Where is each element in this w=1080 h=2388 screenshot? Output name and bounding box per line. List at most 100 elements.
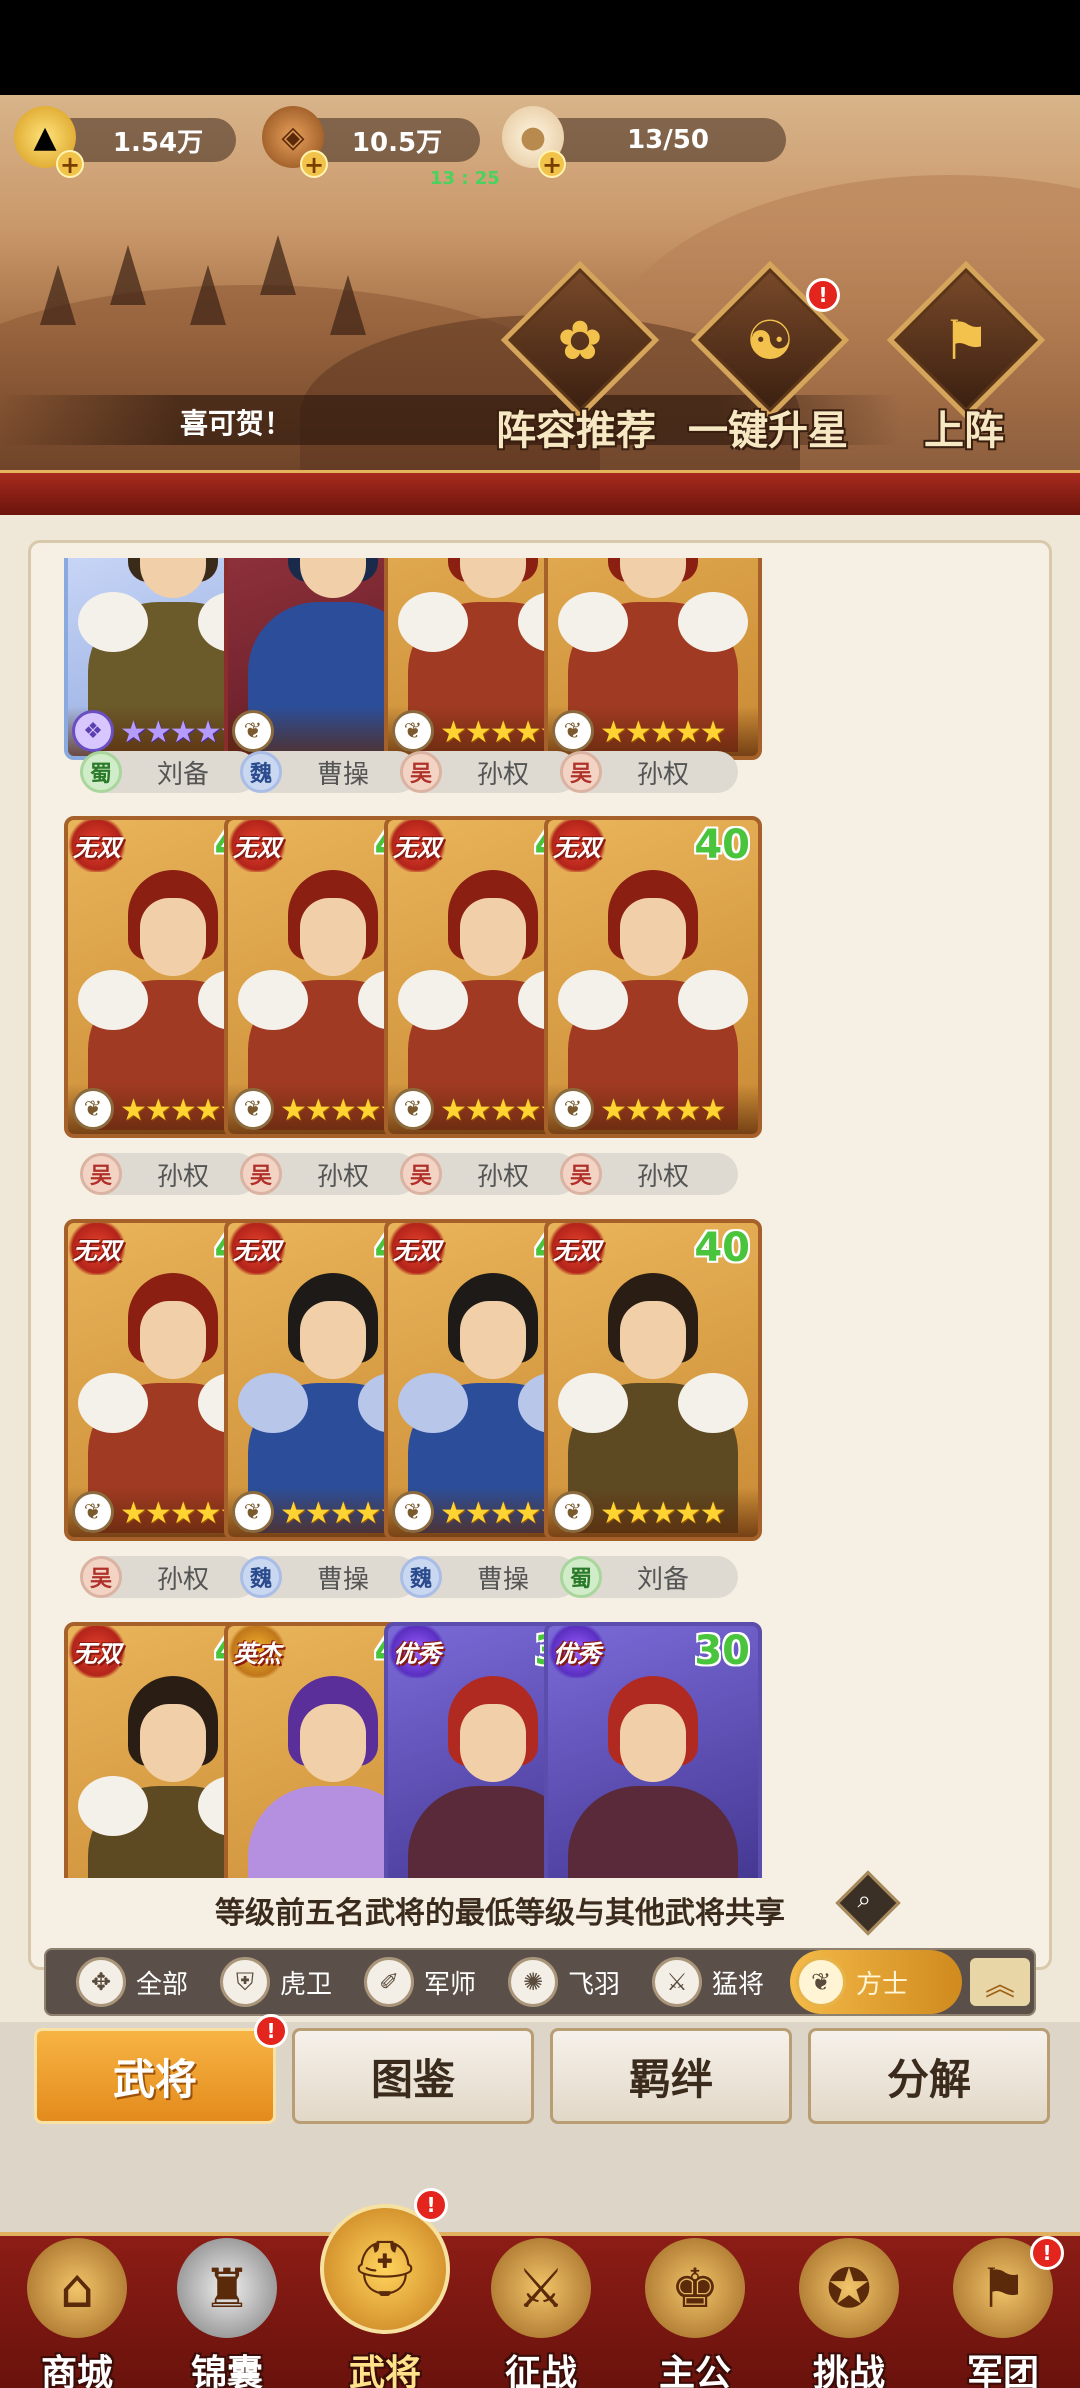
hero-name-tag: 吴 孙权: [560, 751, 738, 793]
rarity-tag: 无双: [68, 1223, 128, 1275]
target-icon: ✺: [508, 1957, 558, 2007]
kingdom-badge: 吴: [560, 1153, 602, 1195]
nav-campaign[interactable]: ⚔ 征战: [466, 2232, 616, 2388]
class-icon: ❦: [552, 1088, 594, 1130]
coin-refresh-timer: 13 : 25: [430, 168, 500, 189]
hero-name-tag: 吴 孙权: [400, 751, 578, 793]
hero-name: 孙权: [156, 1564, 209, 1595]
hero-name-tag: 吴 孙权: [80, 1556, 258, 1598]
hero-name-tag: 魏 曹操: [240, 1556, 418, 1598]
drum-icon: ⚔: [491, 2238, 591, 2338]
game-screen: { "resources": { "gold": "1.54万", "coins…: [0, 0, 1080, 2388]
rarity-tag: 英杰: [228, 1626, 288, 1678]
level-share-hint: 等级前五名武将的最低等级与其他武将共享: [215, 1896, 785, 1931]
kingdom-badge: 魏: [240, 751, 282, 793]
yin-yang-icon: ☯: [745, 308, 795, 372]
hero-name-tag: 蜀 刘备: [80, 751, 258, 793]
rarity-tag: 无双: [228, 820, 288, 872]
bag-icon: ♜: [177, 2238, 277, 2338]
hero-card[interactable]: 无双 40 ❦ ★★★★★: [544, 1219, 762, 1541]
deploy-label: 上阵: [924, 408, 1004, 454]
hero-name: 孙权: [636, 759, 689, 790]
rarity-tag: 优秀: [548, 1626, 608, 1678]
hero-card[interactable]: 无双 40 ❦ ★★★★★: [544, 816, 762, 1138]
class-icon: ❦: [232, 1491, 274, 1533]
nav-lord[interactable]: ♚ 主公: [620, 2232, 770, 2388]
hero-name: 孙权: [476, 1161, 529, 1192]
kingdom-badge: 吴: [80, 1556, 122, 1598]
nav-challenge[interactable]: ✪ 挑战: [774, 2232, 924, 2388]
add-coin-button[interactable]: +: [300, 150, 328, 178]
class-icon: ❦: [232, 1088, 274, 1130]
hero-name: 孙权: [156, 1161, 209, 1192]
chevron-up-icon: ︽: [985, 1968, 1015, 2003]
tab-bonds[interactable]: 羁绊: [550, 2028, 792, 2124]
hero-level: 30: [694, 1628, 750, 1674]
hero-name: 孙权: [316, 1161, 369, 1192]
hero-level: 40: [694, 1225, 750, 1271]
rarity-tag: 无双: [388, 820, 448, 872]
add-stamina-button[interactable]: +: [538, 150, 566, 178]
gold-value: 1.54万: [112, 127, 204, 158]
hero-name-tag: 吴 孙权: [240, 1153, 418, 1195]
scroll-message: 喜可贺！: [180, 407, 293, 440]
helmet-icon: ⛑: [320, 2204, 450, 2334]
hero-name: 刘备: [636, 1564, 689, 1595]
kingdom-badge: 吴: [400, 751, 442, 793]
kingdom-badge: 蜀: [80, 751, 122, 793]
filter-mystic[interactable]: ❦ 方士: [796, 1952, 908, 2012]
kingdom-badge: 魏: [240, 1556, 282, 1598]
class-icon: ❦: [392, 1491, 434, 1533]
class-icon: ❦: [72, 1491, 114, 1533]
kingdom-badge: 吴: [400, 1153, 442, 1195]
flag-icon: ⚑: [941, 308, 991, 372]
nav-bag[interactable]: ♜ 锦囊: [152, 2232, 302, 2388]
hero-name: 曹操: [316, 759, 369, 790]
add-gold-button[interactable]: +: [56, 150, 84, 178]
feather-fan-icon: ✐: [364, 1957, 414, 2007]
kingdom-badge: 吴: [80, 1153, 122, 1195]
filter-all[interactable]: ✥ 全部: [76, 1952, 188, 2012]
star-rating: ★★★★★: [600, 1496, 726, 1531]
hero-level: 40: [694, 822, 750, 868]
lotus-icon: ❦: [796, 1957, 846, 2007]
status-bar-area: [0, 0, 1080, 95]
filter-archer[interactable]: ✺ 飞羽: [508, 1952, 620, 2012]
kingdom-badge: 魏: [400, 1556, 442, 1598]
filter-strategist[interactable]: ✐ 军师: [364, 1952, 476, 2012]
sword-icon: ⚔: [652, 1957, 702, 2007]
class-icon: ❦: [72, 1088, 114, 1130]
tab-decompose[interactable]: 分解: [808, 2028, 1050, 2124]
rarity-tag: 无双: [68, 1626, 128, 1678]
filter-guard[interactable]: ⛨ 虎卫: [220, 1952, 332, 2012]
hero-card[interactable]: 优秀 30: [544, 1622, 762, 1878]
hero-grid[interactable]: 上阵 ❖ ★★★★★ ❦ ☾ ❦ ★★★★★ ❦ ★★★★★ 蜀刘备 魏曹操 吴…: [40, 558, 1040, 1878]
rarity-tag: 优秀: [388, 1626, 448, 1678]
tab-codex[interactable]: 图鉴: [292, 2028, 534, 2124]
class-icon: ❦: [552, 710, 594, 752]
kingdom-badge: 蜀: [560, 1556, 602, 1598]
hero-card[interactable]: ❦ ★★★★★: [544, 558, 762, 760]
hero-name-tag: 魏 曹操: [240, 751, 418, 793]
nav-generals[interactable]: ⛑ 武将: [310, 2204, 460, 2388]
lineup-recommend-label: 阵容推荐: [496, 408, 656, 454]
one-key-star-alert-dot: !: [806, 278, 840, 312]
kingdom-badge: 吴: [240, 1153, 282, 1195]
challenge-icon: ✪: [799, 2238, 899, 2338]
filter-warrior[interactable]: ⚔ 猛将: [652, 1952, 764, 2012]
hero-name-tag: 魏 曹操: [400, 1556, 578, 1598]
banner-trim: [0, 470, 1080, 515]
hero-name: 孙权: [476, 759, 529, 790]
nav-generals-alert-dot: !: [414, 2188, 448, 2222]
hero-name-tag: 吴 孙权: [80, 1153, 258, 1195]
hero-name-tag: 吴 孙权: [400, 1153, 578, 1195]
star-rating: ★★★★★: [600, 715, 726, 750]
class-icon: ❦: [552, 1491, 594, 1533]
nav-legion-alert-dot: !: [1030, 2236, 1064, 2270]
tab-generals[interactable]: 武将: [34, 2028, 276, 2124]
rarity-tag: 无双: [548, 820, 608, 872]
collapse-filter-button[interactable]: ︽: [970, 1958, 1030, 2006]
nav-shop[interactable]: ⌂ 商城: [2, 2232, 152, 2388]
rarity-tag: 无双: [228, 1223, 288, 1275]
star-rating: ★★★★★: [600, 1093, 726, 1128]
